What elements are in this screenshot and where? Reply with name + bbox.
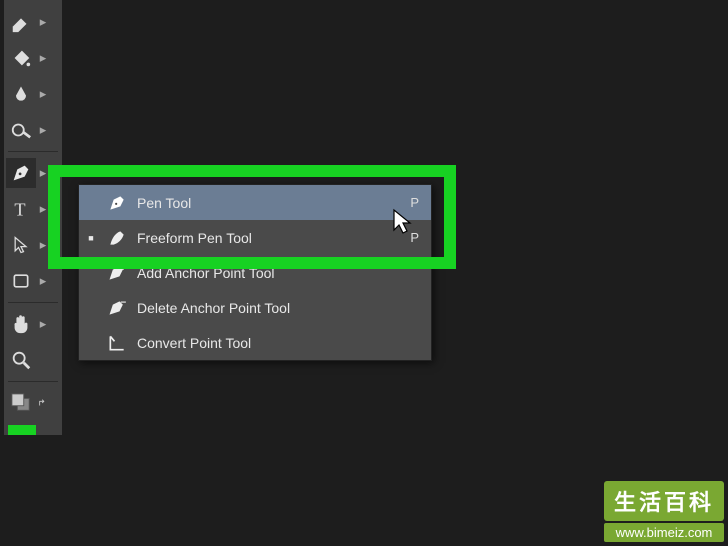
pen-nib-icon (10, 162, 32, 184)
magnifier-icon (10, 349, 32, 371)
watermark-title: 生活百科 (604, 481, 724, 521)
zoom-tool[interactable] (6, 345, 36, 375)
toolbar-divider (8, 302, 58, 303)
color-swatch-green[interactable] (8, 425, 36, 435)
toolbar-divider (8, 151, 58, 152)
flyout-indicator: ▸ (38, 308, 48, 340)
flyout-item-label: Freeform Pen Tool (137, 230, 401, 246)
flyout-item-delete-anchor-point-tool[interactable]: − Delete Anchor Point Tool (79, 290, 431, 325)
active-indicator: ■ (85, 233, 97, 243)
hand-tool[interactable] (6, 309, 36, 339)
swap-swatch-icon[interactable] (38, 387, 48, 419)
type-icon: T (11, 199, 31, 219)
foreground-background-swatch[interactable] (6, 388, 36, 418)
flyout-item-convert-point-tool[interactable]: Convert Point Tool (79, 325, 431, 360)
flyout-indicator: ▸ (38, 6, 48, 38)
watermark: 生活百科 www.bimeiz.com (604, 481, 724, 542)
paint-bucket-icon (10, 47, 32, 69)
flyout-indicator: ▸ (38, 78, 48, 110)
flyout-indicator: ▸ (38, 265, 48, 297)
flyout-item-pen-tool[interactable]: Pen Tool P (79, 185, 431, 220)
dodge-icon (10, 119, 32, 141)
svg-text:−: − (120, 298, 126, 309)
eraser-tool[interactable] (6, 7, 36, 37)
delete-anchor-icon: − (103, 296, 131, 320)
hand-icon (10, 313, 32, 335)
flyout-indicator: ▸ (38, 157, 48, 189)
tool-palette: ▸ ▸ ▸ ▸ (4, 0, 62, 435)
toolbar-divider (8, 381, 58, 382)
type-tool[interactable]: T (6, 194, 36, 224)
svg-text:+: + (120, 263, 125, 273)
swatch-icon (10, 393, 32, 413)
freeform-pen-icon (103, 226, 131, 250)
svg-text:T: T (14, 200, 25, 219)
eraser-icon (10, 11, 32, 33)
paint-bucket-tool[interactable] (6, 43, 36, 73)
flyout-item-freeform-pen-tool[interactable]: ■ Freeform Pen Tool P (79, 220, 431, 255)
rectangle-icon (11, 271, 31, 291)
flyout-item-add-anchor-point-tool[interactable]: + Add Anchor Point Tool (79, 255, 431, 290)
blur-tool[interactable] (6, 79, 36, 109)
convert-point-icon (103, 331, 131, 355)
flyout-item-label: Add Anchor Point Tool (137, 265, 401, 281)
flyout-item-label: Pen Tool (137, 195, 401, 211)
pen-tool[interactable] (6, 158, 36, 188)
drop-icon (11, 83, 31, 105)
flyout-indicator: ▸ (38, 229, 48, 261)
dodge-tool[interactable] (6, 115, 36, 145)
path-selection-tool[interactable] (6, 230, 36, 260)
pen-icon (103, 191, 131, 215)
pen-tool-flyout: Pen Tool P ■ Freeform Pen Tool P + Add A… (78, 184, 432, 361)
rectangle-tool[interactable] (6, 266, 36, 296)
flyout-item-shortcut: P (401, 230, 419, 245)
flyout-item-label: Delete Anchor Point Tool (137, 300, 401, 316)
add-anchor-icon: + (103, 261, 131, 285)
flyout-item-shortcut: P (401, 195, 419, 210)
flyout-item-label: Convert Point Tool (137, 335, 401, 351)
flyout-indicator: ▸ (38, 193, 48, 225)
watermark-url: www.bimeiz.com (604, 523, 724, 542)
flyout-indicator: ▸ (38, 42, 48, 74)
arrow-cursor-icon (11, 235, 31, 255)
flyout-indicator: ▸ (38, 114, 48, 146)
